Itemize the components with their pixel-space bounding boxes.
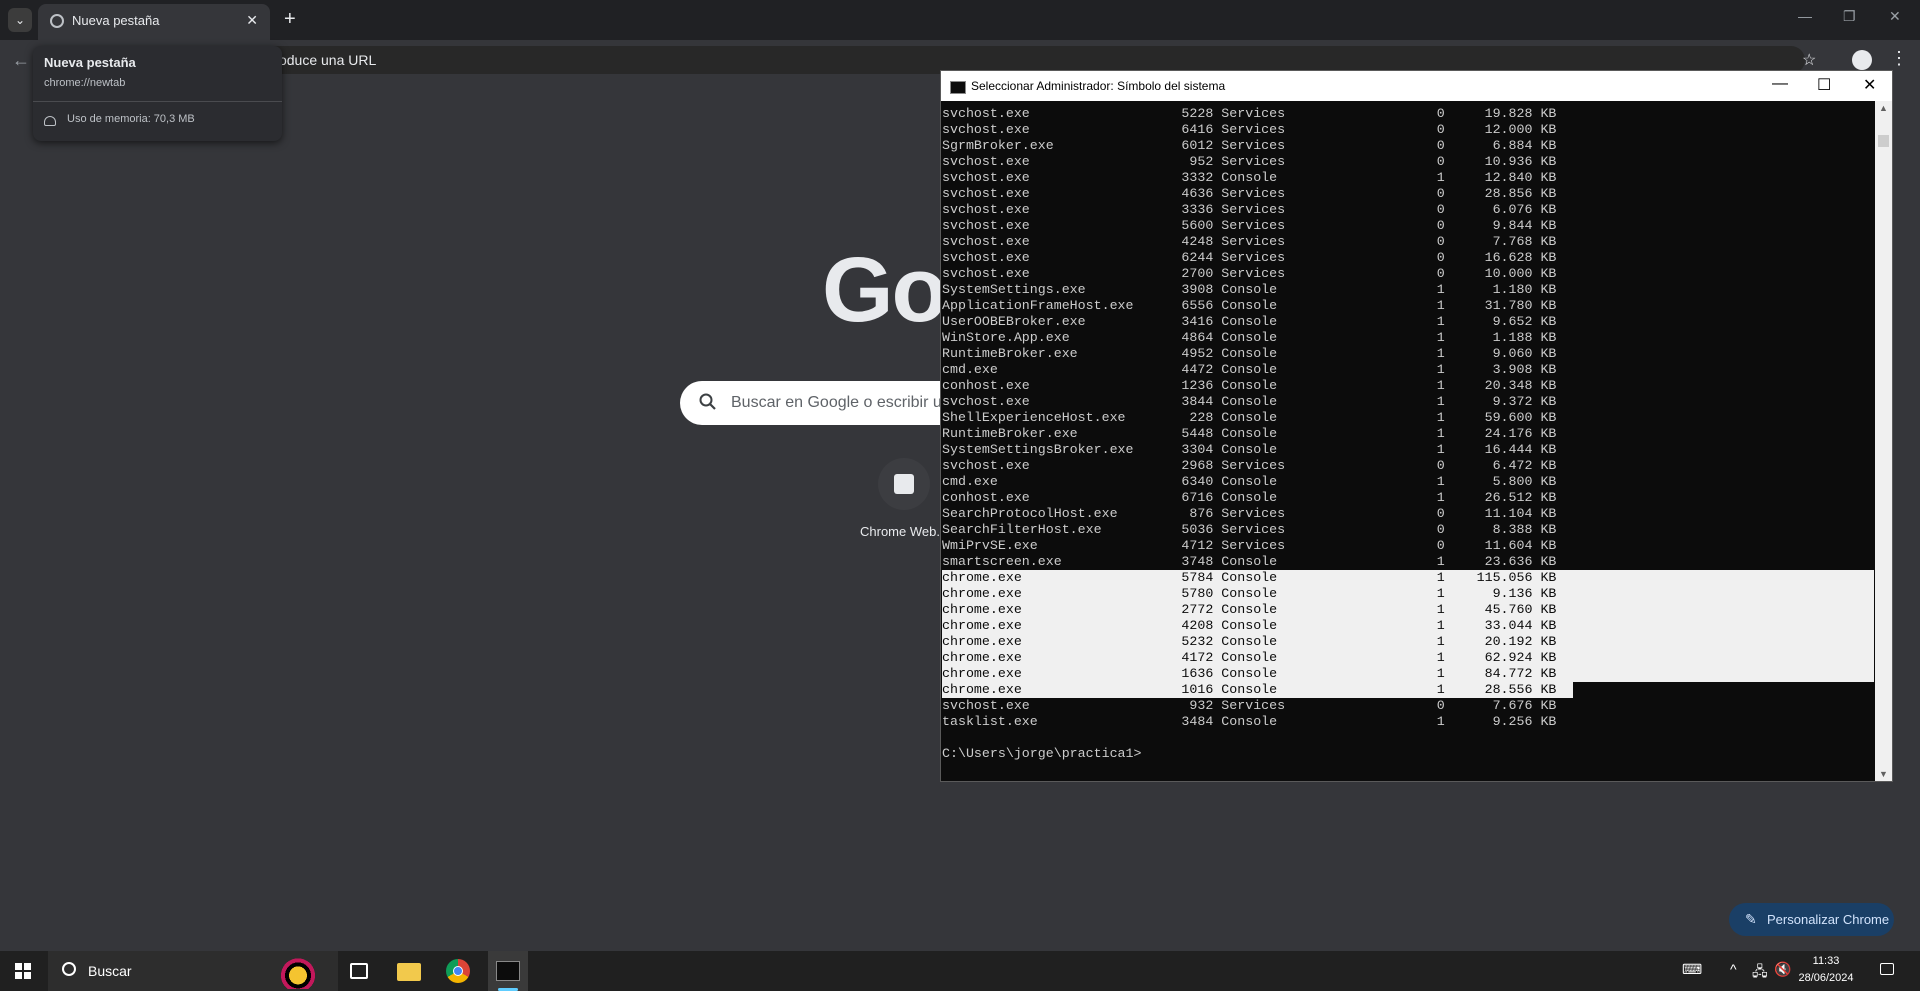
console-line: svchost.exe 932 Services 0 7.676 KB (942, 698, 1557, 713)
bookmark-star-icon[interactable]: ☆ (1802, 50, 1816, 70)
keyboard-layout-icon[interactable]: ⌨ (1682, 961, 1702, 978)
minimize-button[interactable]: — (1798, 8, 1812, 24)
search-highlight-icon (262, 955, 322, 989)
cmd-maximize-button[interactable]: ☐ (1817, 75, 1831, 95)
console-line: chrome.exe 2772 Console 1 45.760 KB (942, 602, 1874, 618)
tab-hover-card: Nueva pestaña chrome://newtab Uso de mem… (33, 46, 282, 141)
console-line: ApplicationFrameHost.exe 6556 Console 1 … (942, 298, 1557, 313)
console-line: WinStore.App.exe 4864 Console 1 1.188 KB (942, 330, 1557, 345)
console-line: svchost.exe 3336 Services 0 6.076 KB (942, 202, 1557, 217)
customize-chrome-button[interactable]: ✎ Personalizar Chrome (1729, 903, 1894, 936)
tab-search-button[interactable]: ⌄ (8, 8, 32, 32)
notifications-icon[interactable] (1880, 963, 1894, 975)
console-line: ShellExperienceHost.exe 228 Console 1 59… (942, 410, 1557, 425)
chrome-web-store-icon (894, 474, 914, 494)
cmd-window-title: Seleccionar Administrador: Símbolo del s… (971, 79, 1226, 93)
console-line: svchost.exe 6244 Services 0 16.628 KB (942, 250, 1557, 265)
console-line: svchost.exe 2968 Services 0 6.472 KB (942, 458, 1557, 473)
console-line: SystemSettings.exe 3908 Console 1 1.180 … (942, 282, 1557, 297)
console-line: UserOOBEBroker.exe 3416 Console 1 9.652 … (942, 314, 1557, 329)
memory-gauge-icon (44, 116, 56, 126)
search-icon (62, 962, 76, 976)
chrome-menu-button[interactable]: ⋮ (1890, 48, 1908, 69)
divider (33, 101, 282, 102)
console-line: SgrmBroker.exe 6012 Services 0 6.884 KB (942, 138, 1557, 153)
console-line: RuntimeBroker.exe 4952 Console 1 9.060 K… (942, 346, 1557, 361)
hover-card-memory: Uso de memoria: 70,3 MB (67, 113, 195, 125)
console-line: chrome.exe 4172 Console 1 62.924 KB (942, 650, 1874, 666)
chrome-favicon-icon (50, 14, 64, 28)
back-button[interactable]: ← (12, 50, 30, 71)
console-line: svchost.exe 4248 Services 0 7.768 KB (942, 234, 1557, 249)
tab-close-button[interactable]: ✕ (246, 12, 258, 29)
console-line: C:\Users\jorge\practica1> (942, 746, 1142, 761)
scrollbar-thumb[interactable] (1878, 135, 1889, 147)
console-line: svchost.exe 5228 Services 0 19.828 KB (942, 106, 1557, 121)
tab-title: Nueva pestaña (72, 13, 160, 28)
hover-card-title: Nueva pestaña (44, 55, 136, 70)
console-line: chrome.exe 5232 Console 1 20.192 KB (942, 634, 1874, 650)
pencil-icon: ✎ (1745, 911, 1757, 927)
cmd-window[interactable]: Seleccionar Administrador: Símbolo del s… (940, 70, 1893, 782)
console-line: chrome.exe 5780 Console 1 9.136 KB (942, 586, 1874, 602)
chevron-down-icon: ⌄ (14, 13, 26, 27)
cmd-title-bar[interactable]: Seleccionar Administrador: Símbolo del s… (941, 71, 1892, 101)
cmd-scrollbar[interactable]: ▲ ▼ (1875, 101, 1892, 781)
windows-start-icon[interactable] (15, 963, 31, 979)
taskbar-search-label: Buscar (88, 963, 132, 979)
cmd-taskbar-icon[interactable] (496, 961, 520, 981)
console-line: tasklist.exe 3484 Console 1 9.256 KB (942, 714, 1557, 729)
scroll-up-arrow-icon[interactable]: ▲ (1879, 103, 1888, 113)
task-view-icon[interactable] (350, 963, 368, 979)
console-line: smartscreen.exe 3748 Console 1 23.636 KB (942, 554, 1557, 569)
console-line: chrome.exe 4208 Console 1 33.044 KB (942, 618, 1874, 634)
console-line: RuntimeBroker.exe 5448 Console 1 24.176 … (942, 426, 1557, 441)
clock-date[interactable]: 28/06/2024 (1786, 972, 1866, 984)
console-line: svchost.exe 3332 Console 1 12.840 KB (942, 170, 1557, 185)
chrome-tab-strip: ⌄ Nueva pestaña ✕ + — ❐ ✕ (0, 0, 1920, 40)
console-line: svchost.exe 3844 Console 1 9.372 KB (942, 394, 1557, 409)
cmd-minimize-button[interactable]: — (1772, 75, 1788, 93)
search-icon (699, 393, 716, 410)
console-line: svchost.exe 6416 Services 0 12.000 KB (942, 122, 1557, 137)
scroll-down-arrow-icon[interactable]: ▼ (1879, 769, 1888, 779)
cmd-console-output[interactable]: svchost.exe 5228 Services 0 19.828 KB sv… (941, 101, 1875, 781)
console-line: chrome.exe 5784 Console 1 115.056 KB (942, 570, 1874, 586)
hover-card-url: chrome://newtab (44, 77, 126, 89)
console-line: svchost.exe 952 Services 0 10.936 KB (942, 154, 1557, 169)
console-line: svchost.exe 4636 Services 0 28.856 KB (942, 186, 1557, 201)
taskbar-search-box[interactable]: Buscar (48, 951, 338, 991)
console-line: svchost.exe 5600 Services 0 9.844 KB (942, 218, 1557, 233)
cmd-close-button[interactable]: ✕ (1863, 75, 1876, 95)
close-window-button[interactable]: ✕ (1889, 8, 1901, 25)
console-line: conhost.exe 6716 Console 1 26.512 KB (942, 490, 1557, 505)
file-explorer-icon[interactable] (397, 963, 421, 981)
console-line: conhost.exe 1236 Console 1 20.348 KB (942, 378, 1557, 393)
windows-taskbar: Buscar ⌨ ^ 🖧 🔇 11:33 28/06/2024 (0, 951, 1920, 991)
google-logo: Go (822, 239, 948, 341)
console-line: SearchProtocolHost.exe 876 Services 0 11… (942, 506, 1557, 521)
new-tab-button[interactable]: + (284, 8, 296, 30)
console-line: SystemSettingsBroker.exe 3304 Console 1 … (942, 442, 1557, 457)
restore-button[interactable]: ❐ (1843, 8, 1856, 25)
tray-chevron-icon[interactable]: ^ (1730, 961, 1737, 977)
clock-time[interactable]: 11:33 (1786, 955, 1866, 967)
profile-avatar[interactable] (1852, 50, 1872, 70)
console-line: cmd.exe 6340 Console 1 5.800 KB (942, 474, 1557, 489)
console-line: WmiPrvSE.exe 4712 Services 0 11.604 KB (942, 538, 1557, 553)
shortcut-label: Chrome Web... (860, 524, 948, 539)
network-icon[interactable]: 🖧 (1752, 961, 1768, 985)
console-line: SearchFilterHost.exe 5036 Services 0 8.3… (942, 522, 1557, 537)
chrome-taskbar-icon[interactable] (446, 959, 470, 983)
console-line: chrome.exe 1636 Console 1 84.772 KB (942, 666, 1874, 682)
cmd-app-icon (950, 81, 966, 94)
console-text: svchost.exe 5228 Services 0 19.828 KB sv… (942, 106, 1874, 762)
console-line: svchost.exe 2700 Services 0 10.000 KB (942, 266, 1557, 281)
search-placeholder: Buscar en Google o escribir ur (731, 394, 948, 411)
tab-nueva-pestana[interactable]: Nueva pestaña ✕ (38, 4, 270, 40)
console-line: cmd.exe 4472 Console 1 3.908 KB (942, 362, 1557, 377)
shortcut-chrome-web-store[interactable] (878, 458, 930, 510)
console-line: chrome.exe 1016 Console 1 28.556 KB (942, 682, 1573, 698)
customize-label: Personalizar Chrome (1767, 912, 1890, 927)
